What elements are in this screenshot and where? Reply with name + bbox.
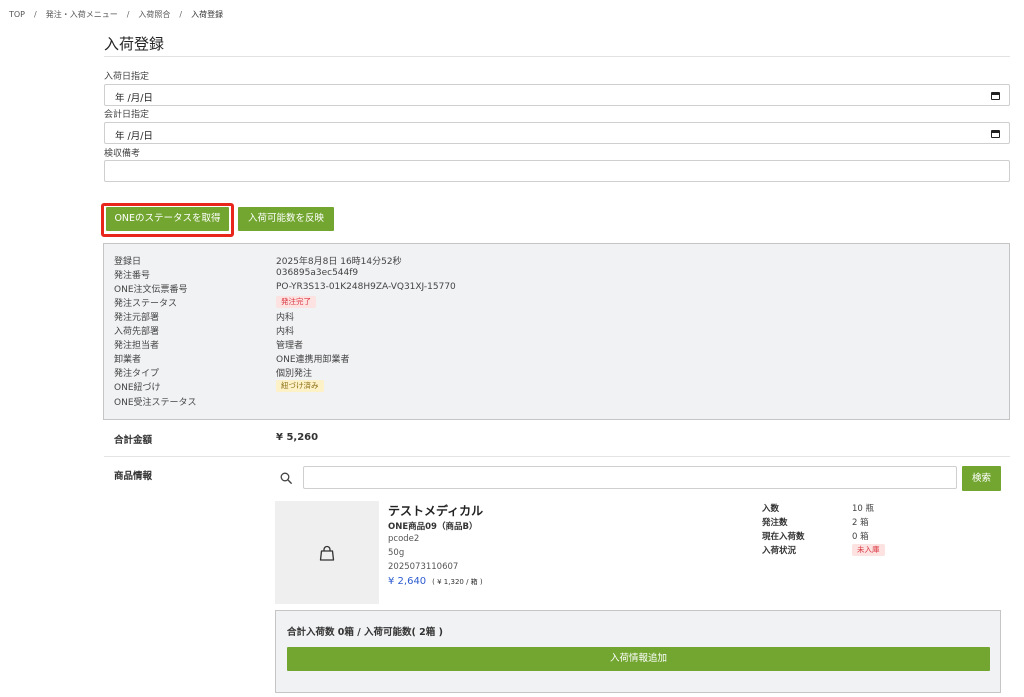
current-arrival-label: 現在入荷数	[762, 532, 805, 542]
calendar-icon[interactable]	[991, 92, 1000, 100]
info-key: 卸業者	[114, 355, 142, 365]
info-key: 発注タイプ	[114, 369, 160, 379]
shopping-bag-icon	[319, 545, 335, 561]
ordered-value: 2 箱	[852, 518, 869, 528]
get-one-status-button[interactable]: ONEのステータスを取得	[106, 207, 229, 231]
info-row-order-type: 発注タイプ 個別発注	[114, 366, 994, 380]
summary-divider	[104, 456, 1010, 457]
arrival-summary-text: 合計入荷数 0箱 / 入荷可能数( 2箱 )	[287, 627, 443, 638]
info-value: 個別発注	[276, 369, 313, 379]
ordered-label: 発注数	[762, 518, 788, 528]
accounting-date-label: 会計日指定	[104, 110, 150, 120]
inspection-note-input[interactable]	[104, 160, 1010, 182]
info-row-dest-dept: 入荷先部署 内科	[114, 324, 994, 338]
product-name: テストメディカル	[388, 504, 484, 518]
product-unit-price: ( ¥ 1,320 / 箱 )	[432, 578, 483, 586]
search-icon	[280, 472, 292, 484]
breadcrumb: TOP / 発注・入荷メニュー / 入荷照合 / 入荷登録	[9, 9, 223, 20]
info-key: ONE受注ステータス	[114, 398, 197, 408]
arrival-status-badge: 未入庫	[852, 544, 885, 556]
total-amount-label: 合計金額	[114, 435, 153, 446]
arrival-summary-panel: 合計入荷数 0箱 / 入荷可能数( 2箱 ) 入荷情報追加	[275, 610, 1001, 693]
product-jan: 2025073110607	[388, 562, 459, 572]
search-button[interactable]: 検索	[962, 466, 1001, 491]
inspection-note-label: 検収備考	[104, 149, 141, 159]
info-row-registered: 登録日 2025年8月8日 16時14分52秒	[114, 254, 994, 268]
info-value: 内科	[276, 313, 295, 323]
current-arrival-value: 0 箱	[852, 532, 869, 542]
info-value: 発注完了	[276, 296, 316, 308]
info-value: PO-YR3S13-01K248H9ZA-VQ31XJ-15770	[276, 282, 456, 292]
order-status-badge: 発注完了	[276, 296, 316, 308]
arrival-date-label: 入荷日指定	[104, 72, 150, 82]
breadcrumb-separator: /	[126, 10, 130, 19]
product-code: pcode2	[388, 534, 420, 544]
product-info-label: 商品情報	[114, 471, 153, 482]
info-value: ONE連携用卸業者	[276, 355, 350, 365]
product-price: ¥ 2,640 ( ¥ 1,320 / 箱 )	[388, 576, 483, 587]
info-value: 紐づけ済み	[276, 380, 324, 392]
info-row-wholesaler: 卸業者 ONE連携用卸業者	[114, 352, 994, 366]
breadcrumb-top[interactable]: TOP	[9, 10, 25, 19]
breadcrumb-order-menu[interactable]: 発注・入荷メニュー	[46, 10, 118, 19]
breadcrumb-separator: /	[179, 10, 183, 19]
qty-per-value: 10 瓶	[852, 504, 875, 514]
arrival-date-input[interactable]: 年 /月/日	[104, 84, 1010, 106]
info-value: 2025年8月8日 16時14分52秒	[276, 257, 402, 267]
breadcrumb-arrival-check[interactable]: 入荷照合	[138, 10, 170, 19]
arrival-status-value: 未入庫	[852, 544, 885, 556]
title-divider	[104, 56, 1010, 57]
info-key: 発注元部署	[114, 313, 160, 323]
product-search-input[interactable]	[303, 466, 957, 489]
info-row-order-status: 発注ステータス 発注完了	[114, 296, 994, 310]
reflect-available-button[interactable]: 入荷可能数を反映	[238, 207, 334, 231]
one-link-badge: 紐づけ済み	[276, 380, 324, 392]
breadcrumb-current: 入荷登録	[191, 10, 224, 19]
info-row-order-number: 発注番号 036895a3ec544f9	[114, 268, 994, 282]
breadcrumb-separator: /	[34, 10, 37, 19]
add-arrival-button[interactable]: 入荷情報追加	[287, 647, 990, 671]
info-row-one-link: ONE紐づけ 紐づけ済み	[114, 380, 994, 394]
product-price-value: ¥ 2,640	[388, 576, 427, 587]
info-value: 管理者	[276, 341, 304, 351]
page-title: 入荷登録	[104, 35, 165, 53]
info-key: 発注ステータス	[114, 299, 178, 309]
info-key: 登録日	[114, 257, 142, 267]
calendar-icon[interactable]	[991, 130, 1000, 138]
info-key: 入荷先部署	[114, 327, 160, 337]
product-size: 50g	[388, 548, 405, 558]
info-key: ONE注文伝票番号	[114, 285, 188, 295]
arrival-status-label: 入荷状況	[762, 546, 797, 556]
arrival-date-value: 年 /月/日	[115, 93, 153, 104]
info-row-person: 発注担当者 管理者	[114, 338, 994, 352]
accounting-date-value: 年 /月/日	[115, 131, 153, 142]
info-row-one-order-status: ONE受注ステータス	[114, 395, 994, 409]
product-image	[275, 501, 379, 604]
info-key: 発注担当者	[114, 341, 160, 351]
info-value: 036895a3ec544f9	[276, 268, 359, 278]
info-row-source-dept: 発注元部署 内科	[114, 310, 994, 324]
order-info-panel: 登録日 2025年8月8日 16時14分52秒 発注番号 036895a3ec5…	[103, 243, 1010, 420]
info-key: 発注番号	[114, 271, 151, 281]
info-value: 内科	[276, 327, 295, 337]
info-row-one-slip: ONE注文伝票番号 PO-YR3S13-01K248H9ZA-VQ31XJ-15…	[114, 282, 994, 296]
total-amount-value: ¥ 5,260	[276, 432, 319, 443]
accounting-date-input[interactable]: 年 /月/日	[104, 122, 1010, 144]
product-subname: ONE商品09（商品B）	[388, 522, 478, 532]
qty-per-label: 入数	[762, 504, 780, 514]
info-key: ONE紐づけ	[114, 383, 161, 393]
